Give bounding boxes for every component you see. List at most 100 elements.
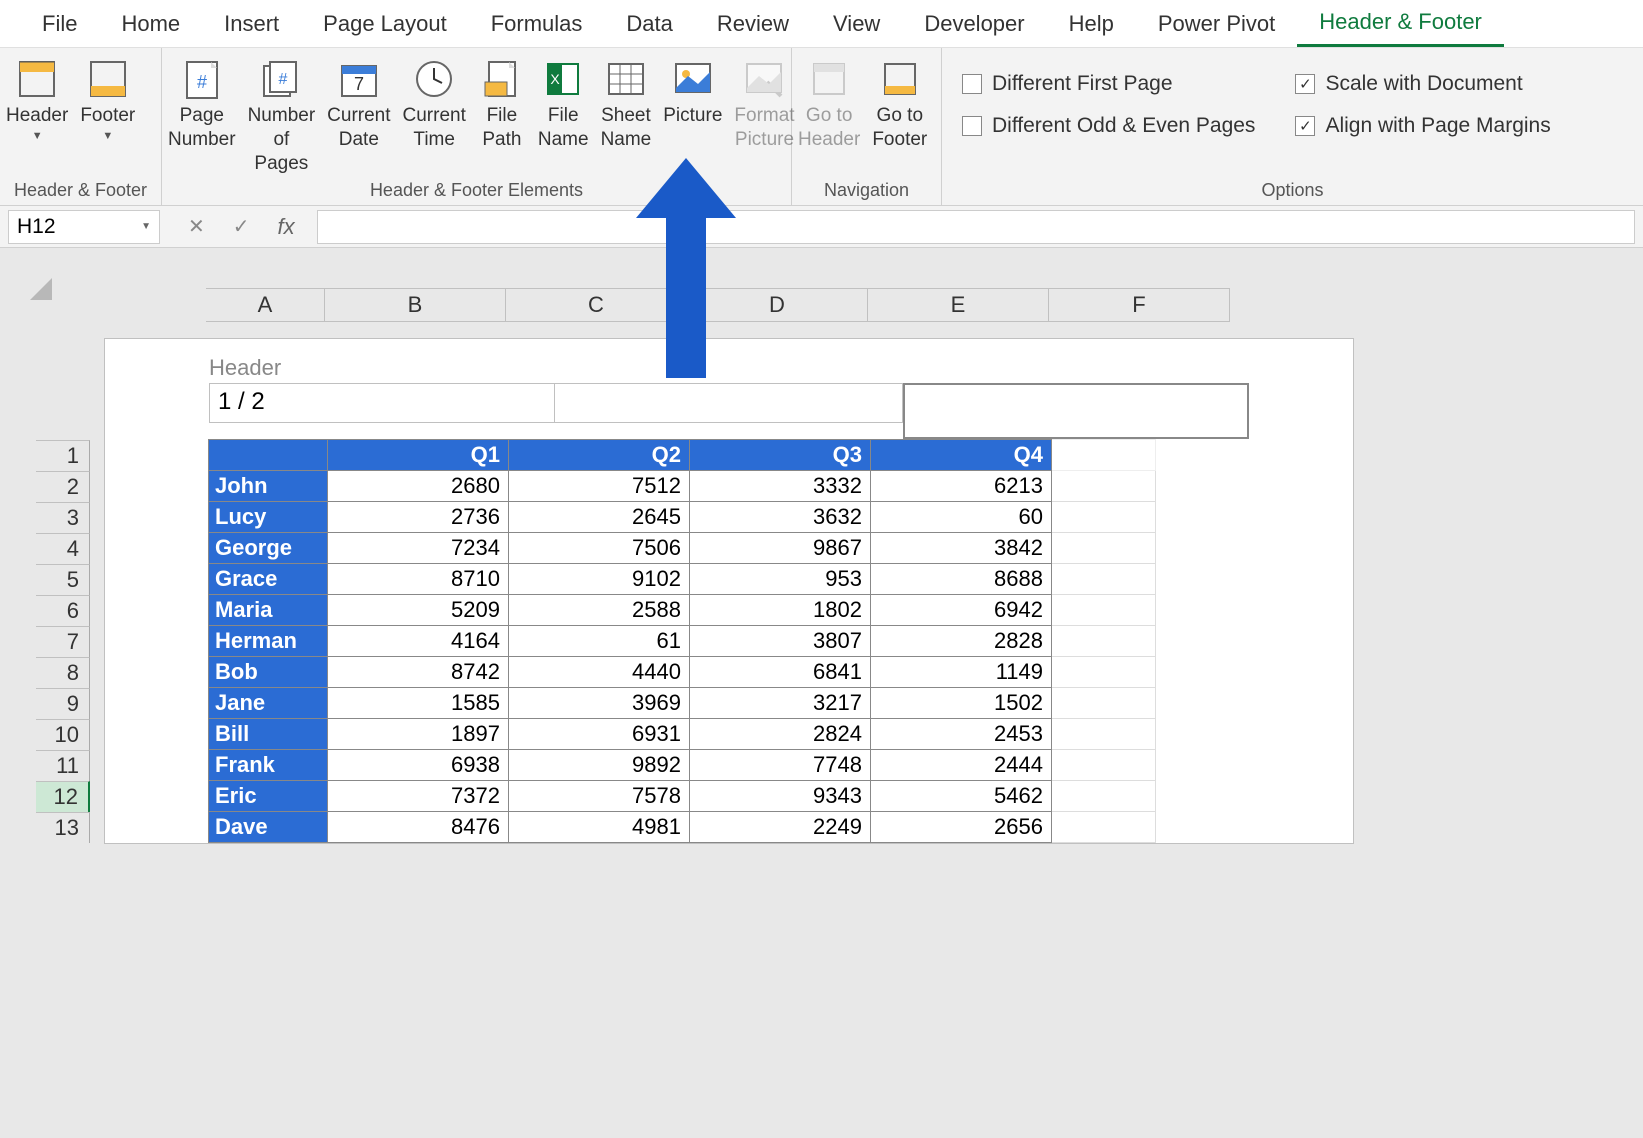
empty-cell[interactable] <box>1052 502 1156 533</box>
row-header-8[interactable]: 8 <box>36 657 90 688</box>
empty-cell[interactable] <box>1052 626 1156 657</box>
row-header-7[interactable]: 7 <box>36 626 90 657</box>
checkbox-scale[interactable]: ✓ Scale with Document <box>1295 72 1550 96</box>
page-number-button[interactable]: #PageNumber <box>162 54 242 154</box>
empty-cell[interactable] <box>1052 564 1156 595</box>
file-name-button[interactable]: XFileName <box>532 54 595 154</box>
empty-cell[interactable] <box>1052 471 1156 502</box>
data-cell[interactable]: 9867 <box>690 533 871 564</box>
data-cell[interactable]: 9892 <box>509 750 690 781</box>
header-box-right[interactable] <box>903 383 1249 439</box>
data-cell[interactable]: 1802 <box>690 595 871 626</box>
data-cell[interactable]: 5462 <box>871 781 1052 812</box>
data-cell[interactable]: 2249 <box>690 812 871 843</box>
column-header-C[interactable]: C <box>506 289 687 322</box>
data-cell[interactable]: 9343 <box>690 781 871 812</box>
empty-cell[interactable] <box>1052 812 1156 843</box>
row-header-9[interactable]: 9 <box>36 688 90 719</box>
table-header[interactable]: Q3 <box>690 440 871 471</box>
empty-cell[interactable] <box>1052 750 1156 781</box>
row-name-cell[interactable]: Maria <box>209 595 328 626</box>
row-header-4[interactable]: 4 <box>36 533 90 564</box>
data-cell[interactable]: 7372 <box>328 781 509 812</box>
empty-cell[interactable] <box>1052 595 1156 626</box>
formula-input[interactable] <box>317 210 1635 244</box>
data-cell[interactable]: 7234 <box>328 533 509 564</box>
data-cell[interactable]: 8710 <box>328 564 509 595</box>
checkbox-diff-first[interactable]: Different First Page <box>962 72 1255 96</box>
current-time-button[interactable]: CurrentTime <box>397 54 472 154</box>
checkbox-align[interactable]: ✓ Align with Page Margins <box>1295 114 1550 138</box>
data-cell[interactable]: 2828 <box>871 626 1052 657</box>
data-cell[interactable]: 2824 <box>690 719 871 750</box>
data-cell[interactable]: 7748 <box>690 750 871 781</box>
row-name-cell[interactable]: Bob <box>209 657 328 688</box>
row-header-12[interactable]: 12 <box>36 781 90 812</box>
row-header-11[interactable]: 11 <box>36 750 90 781</box>
data-cell[interactable]: 1585 <box>328 688 509 719</box>
row-name-cell[interactable]: Bill <box>209 719 328 750</box>
data-cell[interactable]: 60 <box>871 502 1052 533</box>
data-cell[interactable]: 3632 <box>690 502 871 533</box>
data-cell[interactable]: 6931 <box>509 719 690 750</box>
row-name-cell[interactable]: George <box>209 533 328 564</box>
data-cell[interactable]: 2444 <box>871 750 1052 781</box>
data-cell[interactable]: 2645 <box>509 502 690 533</box>
empty-cell[interactable] <box>1052 533 1156 564</box>
table-header[interactable]: Q4 <box>871 440 1052 471</box>
data-cell[interactable]: 3217 <box>690 688 871 719</box>
row-name-cell[interactable]: Eric <box>209 781 328 812</box>
data-cell[interactable]: 1897 <box>328 719 509 750</box>
row-name-cell[interactable]: John <box>209 471 328 502</box>
column-header-E[interactable]: E <box>868 289 1049 322</box>
column-header-A[interactable]: A <box>206 289 325 322</box>
tab-developer[interactable]: Developer <box>902 0 1046 47</box>
table-header[interactable]: Q2 <box>509 440 690 471</box>
row-name-cell[interactable]: Grace <box>209 564 328 595</box>
cancel-icon[interactable]: ✕ <box>188 214 205 239</box>
row-name-cell[interactable]: Herman <box>209 626 328 657</box>
tab-header-footer[interactable]: Header & Footer <box>1297 0 1504 47</box>
file-path-button[interactable]: FilePath <box>472 54 532 154</box>
row-header-13[interactable]: 13 <box>36 812 90 843</box>
fx-icon[interactable]: fx <box>278 214 303 240</box>
data-cell[interactable]: 61 <box>509 626 690 657</box>
confirm-icon[interactable]: ✓ <box>233 214 250 239</box>
select-all-corner[interactable] <box>0 248 56 304</box>
data-cell[interactable]: 6942 <box>871 595 1052 626</box>
row-header-2[interactable]: 2 <box>36 471 90 502</box>
row-header-3[interactable]: 3 <box>36 502 90 533</box>
number-of-pages-button[interactable]: #Numberof Pages <box>242 54 322 177</box>
column-header-B[interactable]: B <box>325 289 506 322</box>
tab-insert[interactable]: Insert <box>202 0 301 47</box>
empty-cell[interactable] <box>1052 781 1156 812</box>
current-date-button[interactable]: 7CurrentDate <box>321 54 396 154</box>
tab-help[interactable]: Help <box>1047 0 1136 47</box>
data-cell[interactable]: 4164 <box>328 626 509 657</box>
data-cell[interactable]: 1502 <box>871 688 1052 719</box>
tab-review[interactable]: Review <box>695 0 811 47</box>
column-header-D[interactable]: D <box>687 289 868 322</box>
empty-cell[interactable] <box>1052 688 1156 719</box>
row-name-cell[interactable]: Frank <box>209 750 328 781</box>
data-cell[interactable]: 4440 <box>509 657 690 688</box>
goto-footer-button[interactable]: Go toFooter <box>866 54 933 154</box>
name-box[interactable]: H12 ▼ <box>8 210 160 244</box>
tab-data[interactable]: Data <box>604 0 694 47</box>
column-header-F[interactable]: F <box>1049 289 1230 322</box>
data-cell[interactable]: 8688 <box>871 564 1052 595</box>
data-cell[interactable]: 4981 <box>509 812 690 843</box>
data-cell[interactable]: 2680 <box>328 471 509 502</box>
data-cell[interactable]: 3969 <box>509 688 690 719</box>
data-cell[interactable]: 7578 <box>509 781 690 812</box>
tab-home[interactable]: Home <box>99 0 202 47</box>
row-name-cell[interactable]: Jane <box>209 688 328 719</box>
row-header-6[interactable]: 6 <box>36 595 90 626</box>
tab-formulas[interactable]: Formulas <box>469 0 605 47</box>
row-name-cell[interactable]: Lucy <box>209 502 328 533</box>
tab-view[interactable]: View <box>811 0 902 47</box>
header-button[interactable]: Header ▼ <box>0 54 74 144</box>
header-box-left[interactable]: 1 / 2 <box>209 383 555 423</box>
data-cell[interactable]: 6213 <box>871 471 1052 502</box>
data-cell[interactable]: 2588 <box>509 595 690 626</box>
